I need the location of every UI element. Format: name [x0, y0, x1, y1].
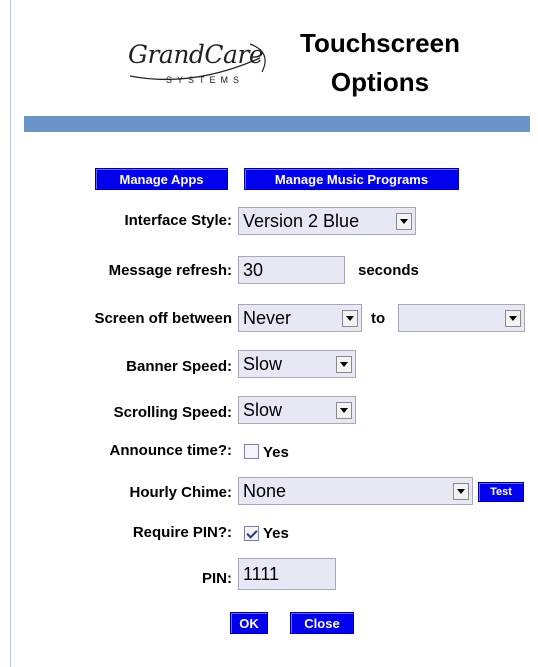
hourly-chime-label: Hourly Chime: — [129, 484, 232, 501]
test-chime-button[interactable]: Test — [478, 482, 524, 502]
page-title: Touchscreen Options — [280, 24, 480, 102]
chevron-down-icon[interactable] — [342, 310, 358, 327]
seconds-unit-label: seconds — [358, 262, 419, 279]
pin-input[interactable]: 1111 — [238, 558, 336, 590]
interface-style-value: Version 2 Blue — [243, 210, 360, 231]
scrolling-speed-select[interactable]: Slow — [238, 396, 356, 424]
pin-value: 1111 — [243, 563, 280, 584]
close-button[interactable]: Close — [290, 612, 354, 634]
header-divider-band — [24, 116, 530, 132]
title-line-1: Touchscreen — [300, 28, 460, 58]
announce-time-option: Yes — [263, 444, 289, 461]
chevron-down-icon[interactable] — [336, 402, 352, 419]
require-pin-option: Yes — [263, 525, 289, 542]
require-pin-checkbox[interactable] — [244, 526, 259, 541]
interface-style-label: Interface Style: — [124, 212, 232, 229]
banner-speed-value: Slow — [243, 353, 283, 374]
manage-music-programs-button[interactable]: Manage Music Programs — [244, 168, 459, 190]
manage-apps-button[interactable]: Manage Apps — [95, 168, 228, 190]
message-refresh-label: Message refresh: — [108, 262, 232, 279]
require-pin-label: Require PIN?: — [132, 524, 232, 541]
screen-off-from-select[interactable]: Never — [238, 304, 362, 332]
banner-speed-label: Banner Speed: — [126, 358, 232, 375]
chevron-down-icon[interactable] — [453, 483, 469, 500]
logo-subtext: SYSTEMS — [166, 75, 245, 85]
scrolling-speed-label: Scrolling Speed: — [113, 404, 232, 421]
message-refresh-value: 30 — [243, 259, 264, 280]
chevron-down-icon[interactable] — [505, 310, 521, 327]
screen-off-from-value: Never — [243, 307, 292, 328]
hourly-chime-select[interactable]: None — [238, 477, 473, 505]
announce-time-label: Announce time?: — [109, 442, 233, 459]
interface-style-select[interactable]: Version 2 Blue — [238, 207, 416, 235]
screen-off-to-select[interactable] — [398, 304, 525, 332]
screen-off-to-label: to — [371, 310, 386, 327]
message-refresh-input[interactable]: 30 — [238, 256, 345, 284]
title-line-2: Options — [330, 67, 430, 97]
pin-label: PIN: — [202, 570, 232, 587]
announce-time-checkbox[interactable] — [244, 444, 259, 459]
logo-text: GrandCare — [128, 40, 264, 69]
screen-off-label: Screen off between — [94, 310, 232, 327]
grandcare-logo: GrandCare SYSTEMS — [122, 36, 282, 98]
banner-speed-select[interactable]: Slow — [238, 350, 356, 378]
scrolling-speed-value: Slow — [243, 399, 283, 420]
hourly-chime-value: None — [243, 480, 287, 501]
chevron-down-icon[interactable] — [396, 213, 412, 230]
chevron-down-icon[interactable] — [336, 356, 352, 373]
ok-button[interactable]: OK — [230, 612, 268, 634]
